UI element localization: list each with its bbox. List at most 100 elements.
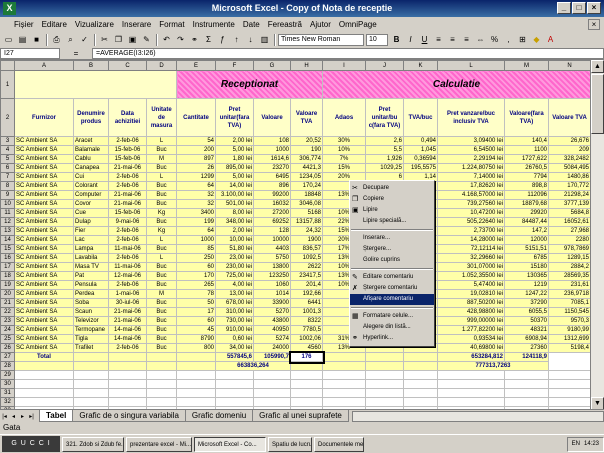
cell[interactable]: 3777,139 [548, 199, 591, 209]
cell[interactable]: M [146, 154, 177, 164]
comma-icon[interactable]: , [502, 33, 515, 46]
cell[interactable] [73, 379, 109, 389]
cell[interactable]: 26,676 [548, 136, 591, 146]
cell[interactable] [548, 370, 591, 380]
total-label[interactable]: Total [14, 352, 74, 362]
cell[interactable]: SC Ambient SA [14, 199, 74, 209]
column-header[interactable]: H [290, 60, 323, 71]
cell[interactable]: 265 [176, 280, 216, 290]
cell[interactable] [146, 388, 177, 398]
column-title[interactable]: Cantitate [176, 98, 216, 137]
cell[interactable]: 505,22640 lei [437, 217, 505, 227]
cell[interactable]: 1299 [176, 172, 216, 182]
cell[interactable]: 84487,44 [504, 217, 549, 227]
column-header[interactable]: J [365, 60, 404, 71]
cell[interactable]: 887,50200 lei [437, 298, 505, 308]
row-header[interactable]: 11 [0, 208, 15, 218]
cell[interactable] [253, 397, 291, 407]
cell[interactable]: 501,00 lei [215, 199, 254, 209]
cell[interactable] [322, 379, 366, 389]
menu-item-0[interactable]: Fișier [14, 20, 34, 29]
cell[interactable]: 8790 [176, 334, 216, 344]
cell[interactable]: 0,494 [403, 136, 438, 146]
cell[interactable] [365, 397, 404, 407]
row-header[interactable]: 4 [0, 145, 15, 155]
cell[interactable]: 170,24 [290, 181, 323, 191]
cell[interactable]: 192,66 [290, 289, 323, 299]
total-tva2[interactable]: 124118,9 [504, 352, 549, 362]
cell[interactable] [290, 379, 323, 389]
cell[interactable]: L [146, 235, 177, 245]
cell[interactable] [176, 370, 216, 380]
cell[interactable]: 348,00 lei [215, 217, 254, 227]
spreadsheet-grid[interactable]: ABCDEFGHIJKLMN 1 Receptionat Calculatie 2 Fu… [0, 59, 604, 409]
print-icon[interactable]: ⎙ [50, 33, 63, 46]
row-header[interactable]: 26 [0, 343, 15, 353]
cell[interactable]: 51,80 lei [215, 244, 254, 254]
cell[interactable]: Buc [146, 298, 177, 308]
cell[interactable] [14, 379, 74, 389]
cell[interactable]: 1000 [176, 235, 216, 245]
cell[interactable]: 21-mai-06 [108, 163, 147, 173]
cell[interactable]: 16032 [253, 199, 291, 209]
open-icon[interactable]: ▤ [16, 33, 29, 46]
cell[interactable]: Buc [146, 163, 177, 173]
cell[interactable]: 78 [176, 289, 216, 299]
cell[interactable]: 99200 [253, 190, 291, 200]
vertical-scrollbar[interactable]: ▲ ▼ [590, 60, 604, 409]
context-menu-item[interactable]: ✎ Editare comentariu [350, 272, 434, 283]
row-header[interactable]: 10 [0, 199, 15, 209]
cell[interactable] [73, 397, 109, 407]
cell[interactable]: Buc [146, 307, 177, 317]
cell[interactable]: Buc [146, 271, 177, 281]
cell[interactable]: M [146, 289, 177, 299]
cell[interactable]: Buc [146, 262, 177, 272]
cell[interactable]: Trafilet [73, 343, 109, 353]
column-title[interactable]: Valoare TVA [290, 98, 323, 137]
cell[interactable]: Balamale [73, 145, 109, 155]
cell[interactable]: Buc [146, 244, 177, 254]
cell[interactable]: Dulap [73, 217, 109, 227]
cell[interactable]: 5,5 [365, 145, 404, 155]
spell-icon[interactable]: ✓ [78, 33, 91, 46]
cell[interactable]: 13,00 lei [215, 289, 254, 299]
total-valoare[interactable]: 557845,6 [215, 352, 254, 362]
column-title[interactable]: Furnizor [14, 98, 74, 137]
cell[interactable]: 21-mai-06 [108, 307, 147, 317]
cell[interactable]: Cablu [73, 154, 109, 164]
column-title[interactable]: Data achizitiei [108, 98, 147, 137]
cell[interactable]: 2-feb-06 [108, 181, 147, 191]
merge-icon[interactable]: ⇔ [474, 33, 487, 46]
cell[interactable]: 170,772 [548, 181, 591, 191]
cell[interactable]: 898,8 [504, 181, 549, 191]
menu-item-5[interactable]: Instrumente [193, 20, 235, 29]
cell[interactable]: 40,69800 lei [437, 343, 505, 353]
column-header[interactable]: M [504, 60, 549, 71]
cell[interactable]: 17,82620 lei [437, 181, 505, 191]
cell[interactable] [437, 397, 505, 407]
context-menu-item[interactable]: Lipire specială... [350, 216, 434, 227]
cell[interactable] [504, 379, 549, 389]
column-header[interactable]: K [403, 60, 438, 71]
cell[interactable]: 910,00 lei [215, 325, 254, 335]
cell[interactable]: 0,93534 lei [437, 334, 505, 344]
cell[interactable] [215, 370, 254, 380]
row-header[interactable]: 3 [0, 136, 15, 146]
cell[interactable]: 40950 [253, 325, 291, 335]
select-all-corner[interactable] [0, 60, 15, 71]
cell[interactable]: 200 [176, 145, 216, 155]
cell[interactable] [176, 397, 216, 407]
column-title[interactable]: TVA/buc [403, 98, 438, 137]
cell[interactable]: 5084,495 [548, 163, 591, 173]
cell[interactable]: 5750 [253, 253, 291, 263]
cell[interactable]: 10000 [253, 235, 291, 245]
cell[interactable]: Buc [146, 334, 177, 344]
cell[interactable] [437, 370, 505, 380]
scroll-down-arrow-icon[interactable]: ▼ [591, 397, 604, 409]
cell[interactable] [322, 388, 366, 398]
cell[interactable]: 2,73700 lei [437, 226, 505, 236]
workbook-close-icon[interactable]: × [588, 19, 600, 30]
cell[interactable]: 1100 [504, 145, 549, 155]
cell[interactable]: 6441 [290, 298, 323, 308]
cell[interactable] [146, 370, 177, 380]
